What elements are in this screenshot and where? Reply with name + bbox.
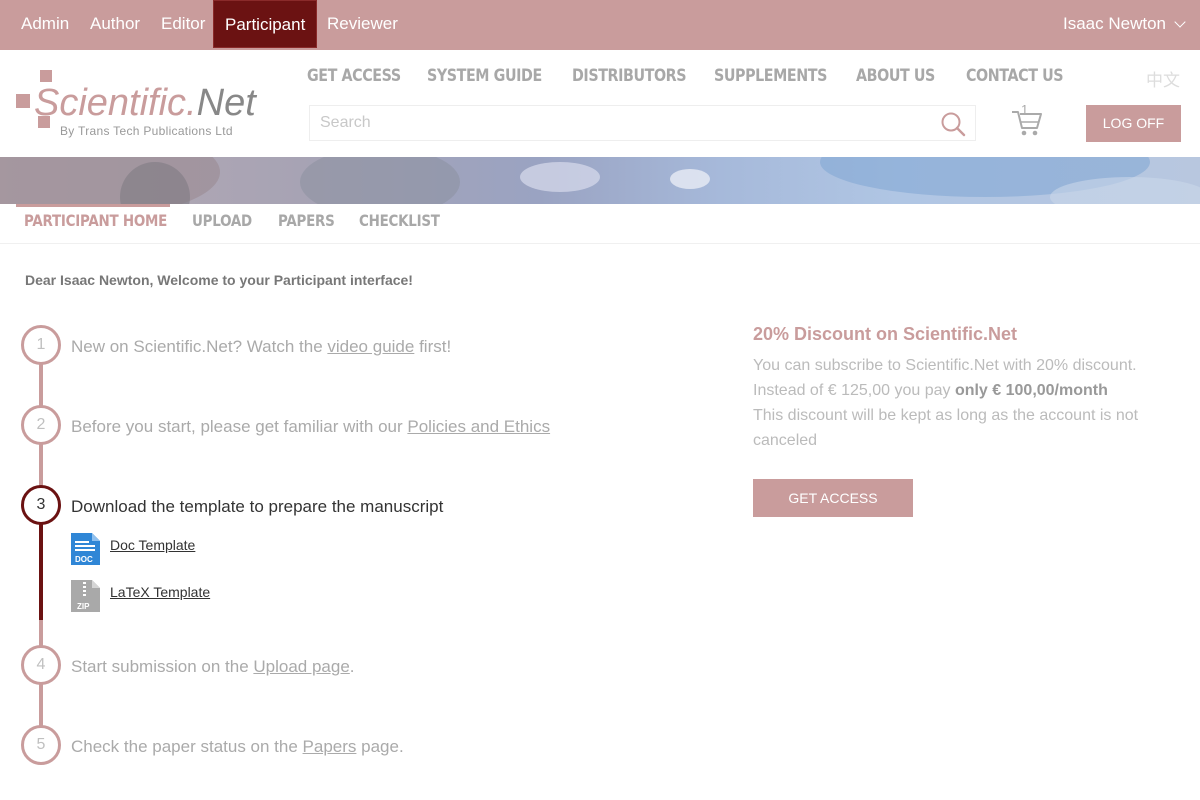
user-menu[interactable]: Isaac Newton	[1063, 0, 1186, 48]
tab-upload[interactable]: UPLOAD	[192, 204, 252, 240]
step-5-text: Check the paper status on the Papers pag…	[71, 737, 404, 756]
nav-supplements[interactable]: SUPPLEMENTS	[714, 66, 827, 86]
cart-count: 1	[1021, 102, 1029, 117]
timeline-connector	[39, 520, 43, 620]
promo-text: canceled	[753, 432, 818, 449]
logo-brand: Scientific.Net	[34, 82, 256, 124]
promo-text: This discount will be kept as long as th…	[753, 407, 1139, 424]
language-switch[interactable]: 中文	[1146, 66, 1180, 91]
timeline-connector	[39, 364, 43, 408]
video-guide-link[interactable]: video guide	[327, 337, 414, 356]
promo-text: Instead of € 125,00 you pay only € 100,0…	[753, 382, 1108, 399]
role-bar: Admin Author Editor Participant Reviewer…	[0, 0, 1200, 50]
step-number: 4	[21, 645, 61, 685]
step-4-text: Start submission on the Upload page.	[71, 657, 355, 676]
chevron-down-icon	[1174, 16, 1186, 28]
participant-subnav: PARTICIPANT HOME UPLOAD PAPERS CHECKLIST	[0, 204, 1200, 244]
step-number: 2	[21, 405, 61, 445]
nav-distributors[interactable]: DISTRIBUTORS	[572, 66, 687, 86]
welcome-message: Dear Isaac Newton, Welcome to your Parti…	[25, 272, 413, 288]
nav-contact-us[interactable]: CONTACT US	[966, 66, 1064, 86]
role-participant[interactable]: Participant	[213, 0, 318, 48]
nav-system-guide[interactable]: SYSTEM GUIDE	[427, 66, 542, 86]
timeline-connector	[39, 684, 43, 728]
step-number: 1	[21, 325, 61, 365]
zip-file-icon-label: ZIP	[77, 602, 90, 611]
role-admin[interactable]: Admin	[21, 0, 69, 48]
site-header: Scientific.Net By Trans Tech Publication…	[0, 50, 1200, 157]
step-1-text: New on Scientific.Net? Watch the video g…	[71, 337, 452, 356]
tab-papers[interactable]: PAPERS	[278, 204, 335, 240]
latex-template-link[interactable]: LaTeX Template	[110, 584, 210, 600]
step-3-text: Download the template to prepare the man…	[71, 497, 444, 516]
search-input[interactable]	[320, 112, 920, 134]
upload-page-link[interactable]: Upload page	[253, 657, 349, 676]
papers-link[interactable]: Papers	[303, 737, 357, 756]
role-author[interactable]: Author	[90, 0, 140, 48]
tab-participant-home[interactable]: PARTICIPANT HOME	[24, 204, 167, 240]
logoff-button[interactable]: LOG OFF	[1086, 105, 1181, 142]
role-reviewer[interactable]: Reviewer	[327, 0, 398, 48]
header-banner-image	[0, 157, 1200, 204]
tab-checklist[interactable]: CHECKLIST	[359, 204, 440, 240]
doc-template-link[interactable]: Doc Template	[110, 537, 195, 553]
user-name: Isaac Newton	[1063, 14, 1166, 33]
step-number: 5	[21, 725, 61, 765]
doc-file-icon-label: DOC	[75, 555, 93, 564]
step-2-text: Before you start, please get familiar wi…	[71, 417, 551, 436]
search-icon[interactable]	[940, 111, 966, 137]
get-access-button[interactable]: GET ACCESS	[753, 479, 913, 517]
policies-ethics-link[interactable]: Policies and Ethics	[407, 417, 550, 436]
search-box	[309, 105, 976, 141]
logo-square-icon	[16, 94, 30, 108]
step-number: 3	[21, 485, 61, 525]
zip-file-icon: ZIP	[71, 580, 100, 612]
role-editor[interactable]: Editor	[161, 0, 205, 48]
nav-about-us[interactable]: ABOUT US	[856, 66, 935, 86]
promo-price: only € 100,00/month	[954, 382, 1108, 399]
logo-square-icon	[40, 70, 52, 82]
cart-button[interactable]: 1	[1009, 102, 1045, 138]
doc-file-icon: DOC	[71, 533, 100, 565]
promo-text: You can subscribe to Scientific.Net with…	[753, 357, 1137, 374]
nav-get-access[interactable]: GET ACCESS	[307, 66, 401, 86]
site-logo[interactable]: Scientific.Net By Trans Tech Publication…	[14, 68, 274, 148]
logo-tagline: By Trans Tech Publications Ltd	[60, 124, 233, 138]
promo-title: 20% Discount on Scientific.Net	[753, 324, 1018, 344]
timeline-connector	[39, 444, 43, 488]
